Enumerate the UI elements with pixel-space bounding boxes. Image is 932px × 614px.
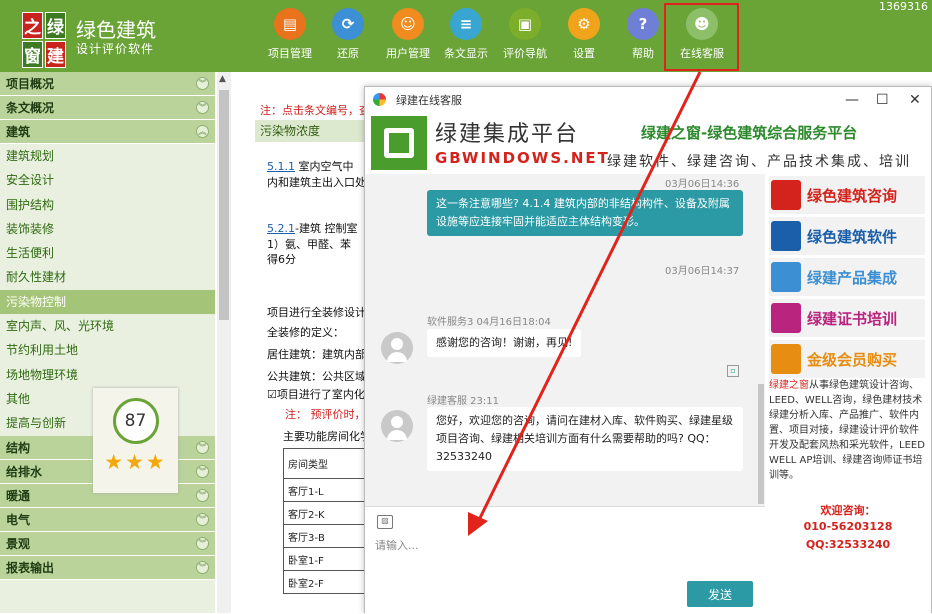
annotation-arrow [468,71,702,536]
